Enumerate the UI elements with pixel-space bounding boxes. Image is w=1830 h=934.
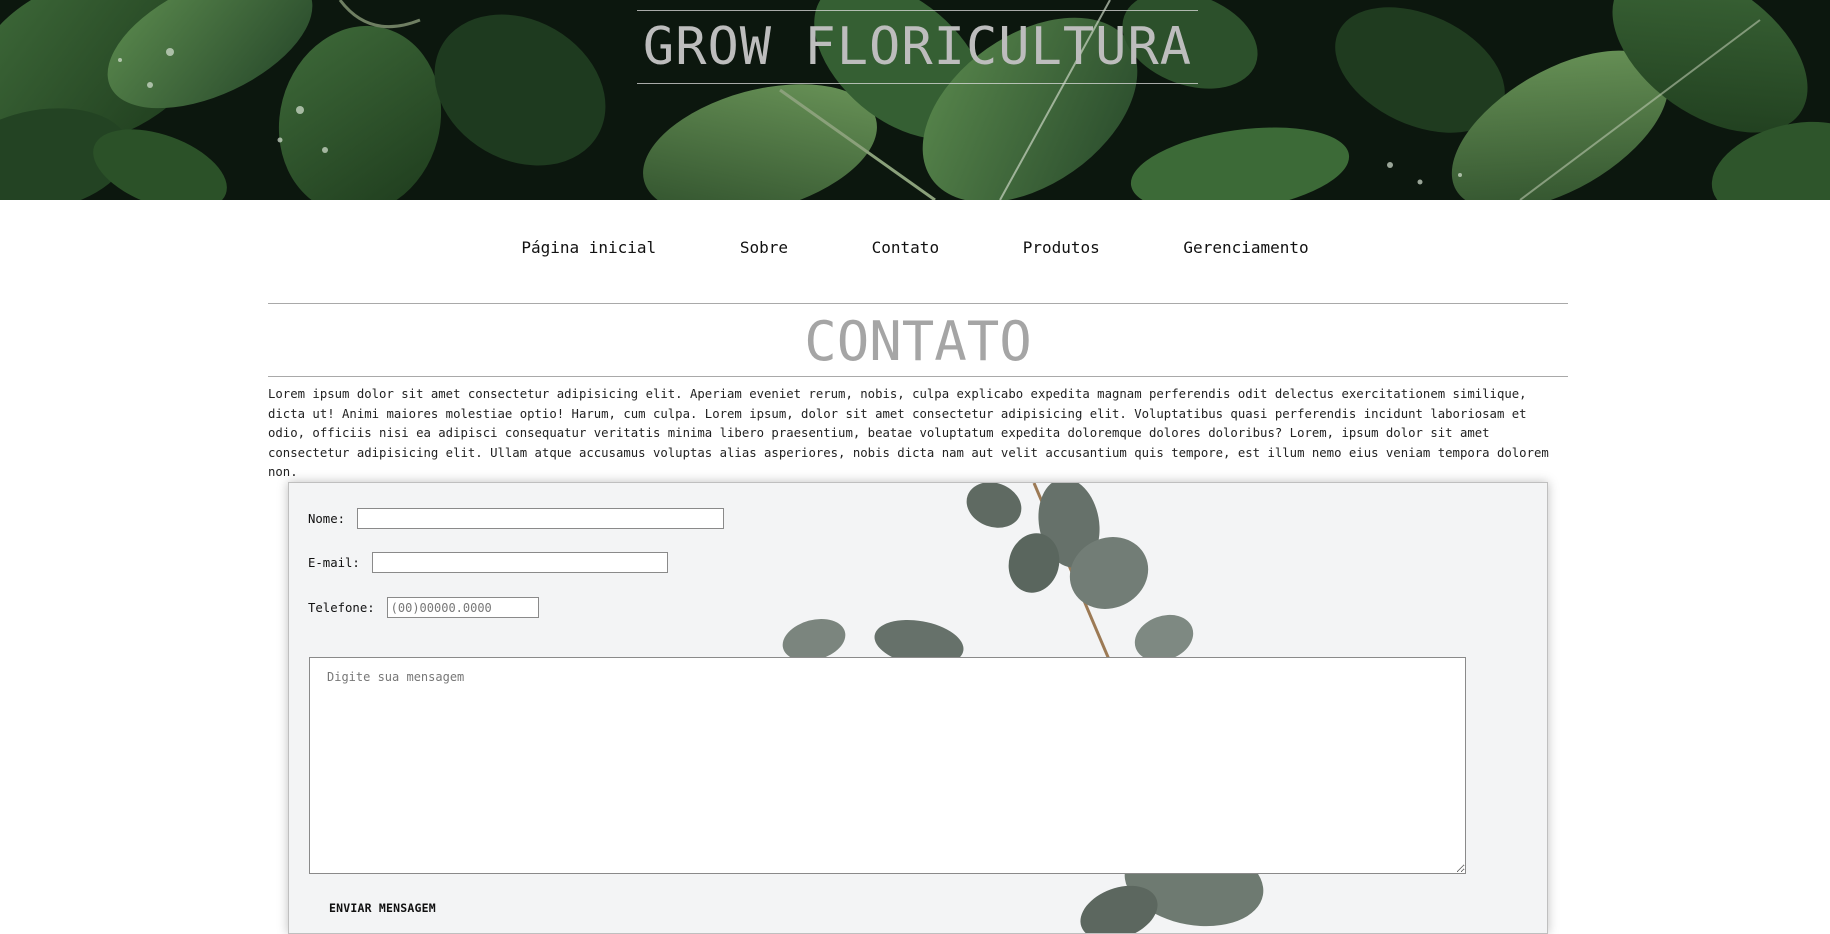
phone-field-row: Telefone: — [308, 597, 539, 618]
main-navigation: Página inicial Sobre Contato Produtos Ge… — [0, 238, 1830, 257]
email-label: E-mail: — [308, 555, 360, 570]
send-message-button[interactable]: ENVIAR MENSAGEM — [329, 901, 436, 915]
nav-link-contact[interactable]: Contato — [872, 238, 939, 257]
hero-banner: GROW FLORICULTURA — [0, 0, 1830, 200]
intro-paragraph: Lorem ipsum dolor sit amet consectetur a… — [268, 387, 1549, 479]
contact-form: Nome: E-mail: Telefone: ENVIAR MENSAGEM — [288, 482, 1548, 934]
name-input[interactable] — [357, 508, 725, 529]
nav-link-home[interactable]: Página inicial — [521, 238, 656, 257]
nav-link-about[interactable]: Sobre — [740, 238, 788, 257]
nav-link-products[interactable]: Produtos — [1023, 238, 1100, 257]
site-title: GROW FLORICULTURA — [637, 10, 1198, 84]
phone-input[interactable] — [386, 597, 539, 618]
phone-label: Telefone: — [308, 600, 375, 615]
page-title: CONTATO — [268, 303, 1568, 377]
name-field-row: Nome: — [308, 508, 725, 529]
name-label: Nome: — [308, 511, 346, 526]
email-input[interactable] — [371, 552, 668, 573]
email-field-row: E-mail: — [308, 552, 668, 573]
message-textarea[interactable] — [309, 657, 1466, 874]
nav-link-management[interactable]: Gerenciamento — [1183, 238, 1308, 257]
